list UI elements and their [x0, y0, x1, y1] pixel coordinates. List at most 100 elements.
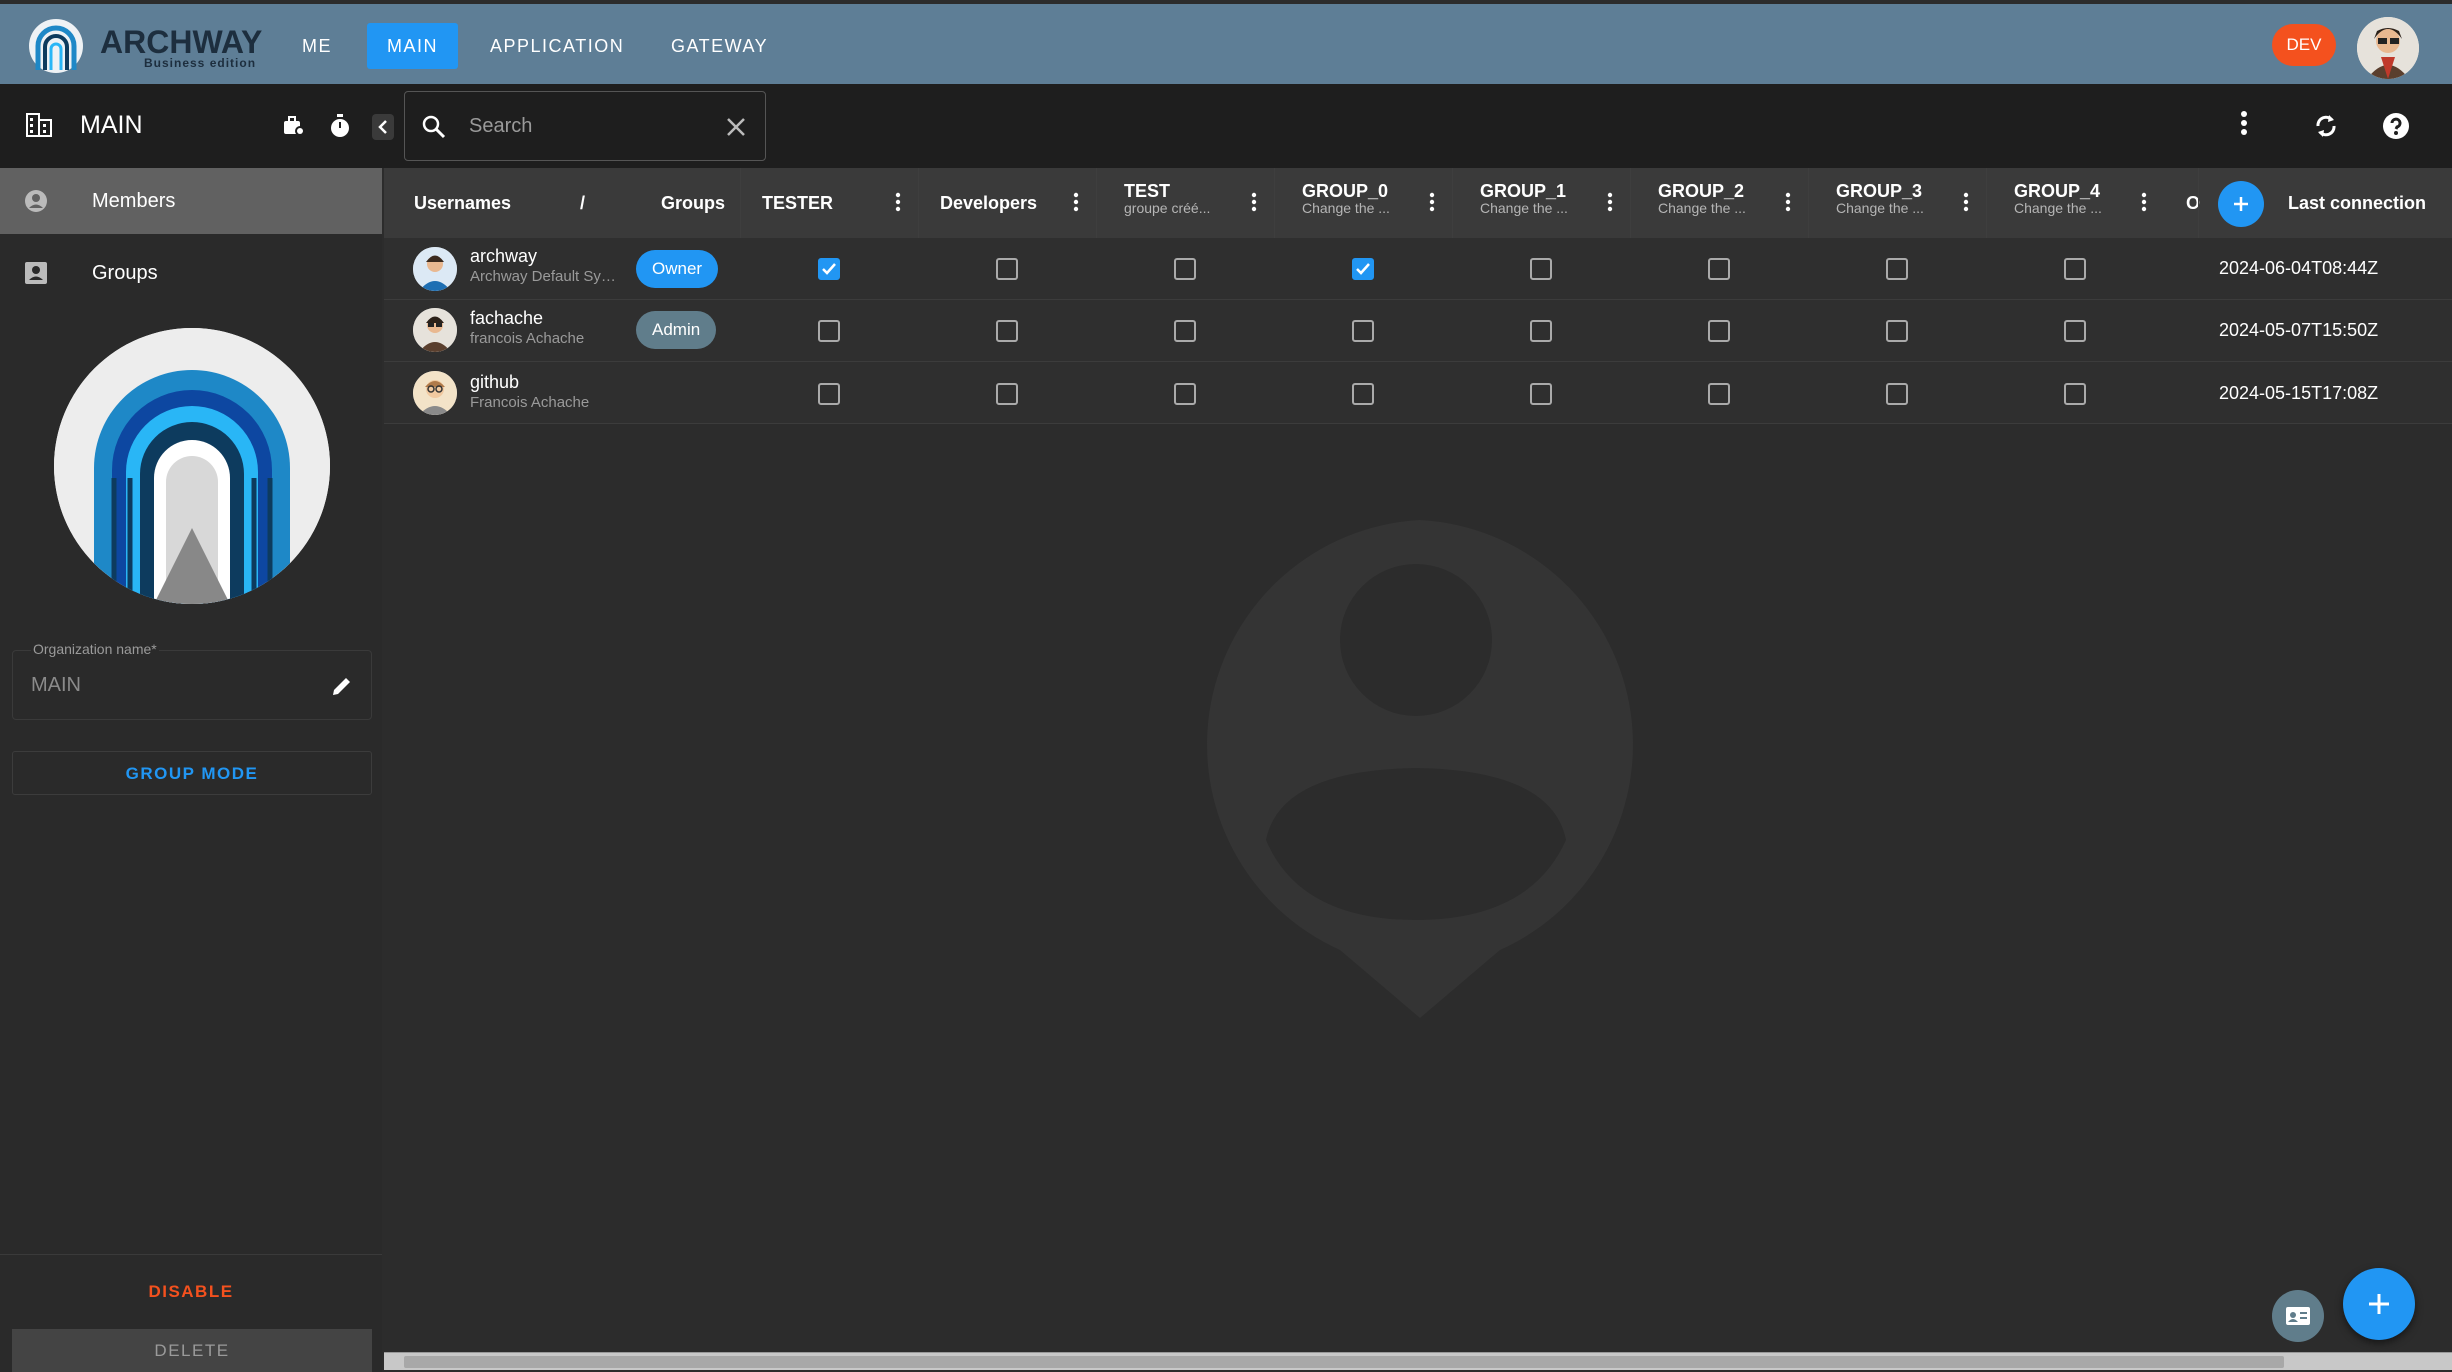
group-column-header[interactable]: GROUP_4 Change the ... [2004, 168, 2182, 238]
group-column-header[interactable]: Developers [936, 168, 1114, 238]
environment-badge[interactable]: DEV [2272, 24, 2336, 66]
group-checkbox[interactable] [1352, 383, 1374, 405]
brand-edition: Business edition [144, 56, 257, 70]
business-settings-icon[interactable] [280, 112, 308, 140]
more-options-icon[interactable] [2240, 110, 2248, 136]
group-checkbox[interactable] [1530, 383, 1552, 405]
group-checkbox[interactable] [1530, 320, 1552, 342]
column-menu-icon[interactable] [1785, 192, 1791, 212]
group-mode-button[interactable]: GROUP MODE [12, 751, 372, 795]
username: fachache [470, 308, 544, 328]
usernames-header[interactable]: Usernames [414, 168, 511, 238]
refresh-icon[interactable] [2310, 110, 2342, 142]
group-checkbox[interactable] [1174, 383, 1196, 405]
contact-card-icon [25, 262, 47, 284]
group-column-header[interactable]: TEST groupe créé... [1114, 168, 1292, 238]
archway-logo[interactable] [28, 18, 84, 74]
group-column-header[interactable]: GROUP_2 Change the ... [1648, 168, 1826, 238]
group-name: GROUP_0 [1302, 181, 1389, 201]
group-checkbox[interactable] [818, 320, 840, 342]
group-description: groupe créé... [1124, 200, 1211, 216]
last-connection-value: 2024-05-15T17:08Z [2219, 383, 2379, 403]
group-checkbox[interactable] [996, 383, 1018, 405]
role-badge[interactable]: Admin [636, 311, 717, 349]
group-checkbox[interactable] [1352, 320, 1374, 342]
group-checkbox[interactable] [1886, 320, 1908, 342]
column-menu-icon[interactable] [1251, 192, 1257, 212]
organization-icon [24, 110, 54, 140]
user-fullname: francois Achache [470, 330, 585, 347]
delete-button[interactable]: DELETE [12, 1329, 372, 1372]
last-connection-header[interactable]: Last connection [2288, 168, 2426, 238]
group-checkbox[interactable] [996, 320, 1018, 342]
badge-icon [2286, 1307, 2310, 1325]
group-column-header[interactable]: GROUP_3 Change the ... [1826, 168, 2004, 238]
add-group-button[interactable] [2218, 181, 2264, 227]
role-badge[interactable]: Owner [636, 250, 719, 288]
clear-search-icon[interactable] [725, 116, 747, 138]
avatar [413, 308, 457, 352]
group-checkbox[interactable] [2064, 258, 2086, 280]
column-menu-icon[interactable] [2141, 192, 2147, 212]
user-avatar[interactable] [2357, 17, 2419, 79]
members-table: Usernames / Groups TESTER Developers TES… [384, 168, 2452, 424]
table-row[interactable]: archway Archway Default Sys... Owner 202… [384, 238, 2452, 300]
plus-icon [2234, 197, 2248, 211]
group-checkbox[interactable] [1886, 383, 1908, 405]
group-name: TESTER [762, 192, 834, 213]
column-menu-icon[interactable] [895, 192, 901, 212]
organization-name-value[interactable]: MAIN [31, 674, 81, 697]
plus-icon [2369, 1294, 2389, 1314]
group-column-header[interactable]: GROUP_0 Change the ... [1292, 168, 1470, 238]
tab-main[interactable]: MAIN [367, 23, 458, 69]
group-checkbox[interactable] [2064, 320, 2086, 342]
add-member-button[interactable] [2343, 1268, 2415, 1340]
collapse-sidebar-chevron-icon[interactable] [372, 114, 394, 140]
tab-me[interactable]: ME [282, 23, 352, 69]
search-input[interactable]: Search [469, 115, 532, 138]
organization-logo[interactable] [54, 328, 330, 604]
help-icon[interactable] [2380, 110, 2412, 142]
disable-button[interactable]: DISABLE [0, 1282, 382, 1302]
group-checkbox[interactable] [1174, 258, 1196, 280]
column-menu-icon[interactable] [1607, 192, 1613, 212]
tab-application[interactable]: APPLICATION [470, 23, 644, 69]
group-checkbox[interactable] [1708, 320, 1730, 342]
group-checkbox[interactable] [1174, 320, 1196, 342]
user-fullname: Archway Default Sys... [470, 268, 620, 285]
table-row[interactable]: github Francois Achache 2024-05-15T17:08… [384, 362, 2452, 424]
user-fullname: Francois Achache [470, 394, 590, 411]
sidebar-item-members[interactable]: Members [0, 168, 382, 234]
group-checkbox[interactable] [818, 258, 840, 280]
group-checkbox[interactable] [1352, 258, 1374, 280]
tab-gateway[interactable]: GATEWAY [651, 23, 788, 69]
group-checkbox[interactable] [818, 383, 840, 405]
group-column-header[interactable]: TESTER [758, 168, 936, 238]
group-description: Change the ... [1302, 200, 1390, 216]
group-checkbox[interactable] [996, 258, 1018, 280]
edit-pencil-icon[interactable] [328, 672, 356, 700]
group-checkbox[interactable] [1530, 258, 1552, 280]
column-menu-icon[interactable] [1073, 192, 1079, 212]
scrollbar-thumb[interactable] [404, 1356, 2284, 1368]
groups-header[interactable]: Groups [661, 168, 725, 238]
group-column-header[interactable]: GROUP_1 Change the ... [1470, 168, 1648, 238]
column-menu-icon[interactable] [1963, 192, 1969, 212]
sidebar-item-groups[interactable]: Groups [0, 240, 382, 306]
group-checkbox[interactable] [2064, 383, 2086, 405]
avatar [413, 247, 457, 291]
avatar [413, 371, 457, 415]
sidebar-divider [0, 1254, 382, 1255]
group-description: Change the ... [1658, 200, 1746, 216]
timer-icon[interactable] [326, 112, 354, 140]
table-row[interactable]: fachache francois Achache Admin 2024-05-… [384, 300, 2452, 362]
group-checkbox[interactable] [1708, 258, 1730, 280]
horizontal-scrollbar[interactable] [384, 1352, 2452, 1370]
group-checkbox[interactable] [1708, 383, 1730, 405]
group-name: TEST [1124, 181, 1171, 201]
column-menu-icon[interactable] [1429, 192, 1435, 212]
last-connection-value: 2024-05-07T15:50Z [2219, 320, 2379, 340]
group-checkbox[interactable] [1886, 258, 1908, 280]
search-box[interactable]: Search [404, 91, 766, 161]
contact-card-button[interactable] [2272, 1290, 2324, 1342]
